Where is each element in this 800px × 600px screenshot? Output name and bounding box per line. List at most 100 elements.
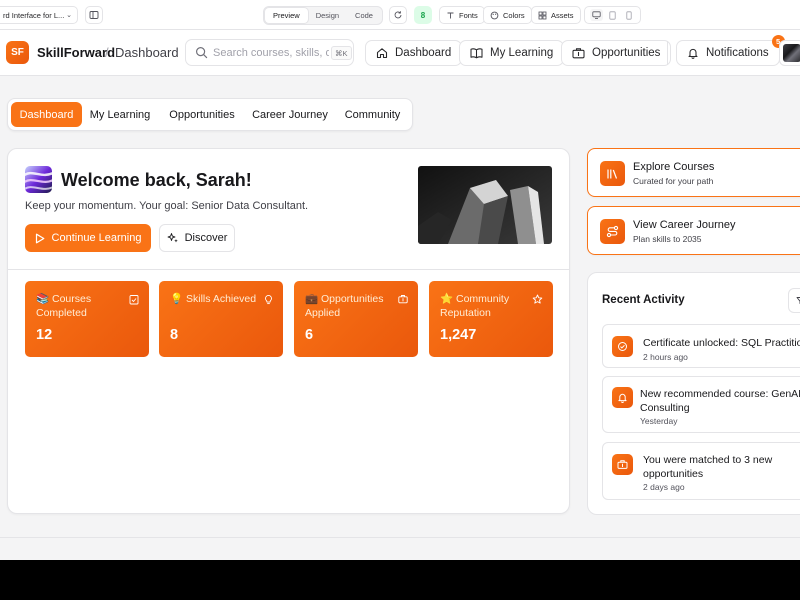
colors-label: Colors xyxy=(503,10,525,20)
desktop-view-button[interactable] xyxy=(589,9,603,21)
nav-dashboard-label: Dashboard xyxy=(395,47,452,59)
colors-button[interactable]: Colors xyxy=(483,6,532,24)
tab-my-learning[interactable]: My Learning xyxy=(86,102,154,127)
page-divider xyxy=(0,537,800,538)
fonts-button[interactable]: Fonts xyxy=(439,6,485,24)
activity-item[interactable]: You were matched to 3 new opportunities … xyxy=(602,442,800,500)
discover-button[interactable]: Discover xyxy=(159,224,235,252)
logo[interactable]: SF xyxy=(6,41,29,64)
tablet-icon xyxy=(609,10,616,20)
footer-bar xyxy=(0,560,800,600)
tab-dashboard[interactable]: Dashboard xyxy=(11,102,82,127)
stat-value: 1,247 xyxy=(440,327,477,343)
search-box: ⌘K xyxy=(185,39,354,66)
project-select[interactable]: rd Interface for L... ⌄ xyxy=(0,6,78,24)
route-icon xyxy=(600,219,625,244)
goal-text: Keep your momentum. Your goal: Senior Da… xyxy=(25,200,309,212)
stat-label: 📚 Courses Completed xyxy=(36,293,92,319)
stat-value: 8 xyxy=(170,327,179,343)
status-badge[interactable]: 8 xyxy=(414,6,432,24)
device-switcher xyxy=(584,6,641,24)
quick-action-title: View Career Journey xyxy=(633,219,736,231)
continue-learning-button[interactable]: Continue Learning xyxy=(25,224,151,252)
briefcase-icon xyxy=(612,454,633,475)
clipboard-check-icon xyxy=(129,295,139,305)
tab-community[interactable]: Community xyxy=(339,102,406,127)
sidebar-toggle-button[interactable] xyxy=(85,6,103,24)
mobile-view-button[interactable] xyxy=(622,9,635,21)
welcome-card: Welcome back, Sarah! Keep your momentum.… xyxy=(7,148,570,514)
header-divider xyxy=(667,41,668,65)
activity-item[interactable]: New recommended course: GenAI for Consul… xyxy=(602,376,800,433)
editor-toolbar: rd Interface for L... ⌄ Preview Design C… xyxy=(0,0,800,30)
mode-code-button[interactable]: Code xyxy=(347,8,381,23)
tablet-view-button[interactable] xyxy=(606,9,619,21)
nav-opportunities-label: Opportunities xyxy=(592,47,661,59)
project-name: rd Interface for L... xyxy=(3,10,65,20)
nav-opportunities-button[interactable]: Opportunities xyxy=(561,40,672,66)
activity-time: Yesterday xyxy=(640,416,678,426)
card-divider xyxy=(8,269,569,270)
star-icon xyxy=(532,294,543,304)
breadcrumb: Dashboard xyxy=(115,45,179,60)
activity-time: 2 days ago xyxy=(643,482,685,492)
fonts-label: Fonts xyxy=(459,10,478,20)
quick-action-subtitle: Plan skills to 2035 xyxy=(633,234,702,244)
book-emoji-icon: 📚 xyxy=(36,293,50,305)
activity-text: Certificate unlocked: SQL Practitioner xyxy=(643,337,800,349)
sidebar-icon xyxy=(89,11,99,19)
discover-label: Discover xyxy=(184,232,228,244)
stat-label: 💼 Opportunities Applied xyxy=(305,293,384,319)
search-input[interactable] xyxy=(213,44,329,62)
assets-label: Assets xyxy=(551,10,574,20)
quick-action-title: Explore Courses xyxy=(633,161,715,173)
recent-activity-card: Recent Activity Certificate unlocked: SQ… xyxy=(587,272,800,515)
tab-opportunities[interactable]: Opportunities xyxy=(162,102,242,127)
stat-card-skills[interactable]: 💡 Skills Achieved 8 xyxy=(159,281,283,357)
mode-preview-button[interactable]: Preview xyxy=(265,8,308,23)
lightbulb-icon xyxy=(265,295,272,305)
continue-learning-label: Continue Learning xyxy=(51,232,142,244)
briefcase-icon xyxy=(398,295,408,304)
refresh-button[interactable] xyxy=(389,6,407,24)
stat-card-reputation[interactable]: ⭐ Community Reputation 1,247 xyxy=(429,281,553,357)
app-header: SF SkillForward / Dashboard ⌘K Dashboard… xyxy=(0,30,800,76)
stat-card-opportunities[interactable]: 💼 Opportunities Applied 6 xyxy=(294,281,418,357)
activity-text: You were matched to 3 new opportunities xyxy=(643,454,773,480)
nav-dashboard-button[interactable]: Dashboard xyxy=(365,40,463,66)
library-icon xyxy=(600,161,625,186)
stat-card-courses[interactable]: 📚 Courses Completed 12 xyxy=(25,281,149,357)
view-career-journey-card[interactable]: View Career Journey Plan skills to 2035 xyxy=(587,206,800,255)
briefcase-emoji-icon: 💼 xyxy=(305,293,319,305)
breadcrumb-separator: / xyxy=(105,45,109,60)
chevron-down-icon: ⌄ xyxy=(66,12,72,19)
assets-button[interactable]: Assets xyxy=(531,6,581,24)
stat-value: 6 xyxy=(305,327,314,343)
stat-value: 12 xyxy=(36,327,53,343)
activity-item[interactable]: Certificate unlocked: SQL Practitioner 2… xyxy=(602,324,800,368)
explore-courses-card[interactable]: Explore Courses Curated for your path xyxy=(587,148,800,197)
activity-text: New recommended course: GenAI for Consul… xyxy=(640,388,800,414)
notifications-button[interactable]: Notifications 5 xyxy=(676,35,785,66)
hero-image xyxy=(418,166,552,244)
nav-my-learning-button[interactable]: My Learning xyxy=(459,40,565,66)
quick-action-subtitle: Curated for your path xyxy=(633,176,714,186)
mode-design-button[interactable]: Design xyxy=(308,8,347,23)
search-icon xyxy=(195,46,208,59)
stat-label: 💡 Skills Achieved xyxy=(170,293,257,305)
bell-ring-icon xyxy=(612,387,633,408)
avatar-image xyxy=(783,44,800,62)
avatar[interactable] xyxy=(779,40,800,66)
tab-bar: Dashboard My Learning Opportunities Care… xyxy=(7,98,413,131)
star-emoji-icon: ⭐ xyxy=(440,293,454,305)
refresh-icon xyxy=(394,11,402,19)
abstract-blocks-image xyxy=(418,166,552,244)
notifications-label: Notifications xyxy=(706,47,769,59)
stat-label: ⭐ Community Reputation xyxy=(440,293,510,319)
monitor-icon xyxy=(592,11,601,19)
filter-icon xyxy=(796,297,800,305)
play-icon xyxy=(35,233,44,243)
lightbulb-emoji-icon: 💡 xyxy=(170,293,184,305)
tab-career-journey[interactable]: Career Journey xyxy=(248,102,332,127)
activity-filter-button[interactable] xyxy=(788,288,800,313)
